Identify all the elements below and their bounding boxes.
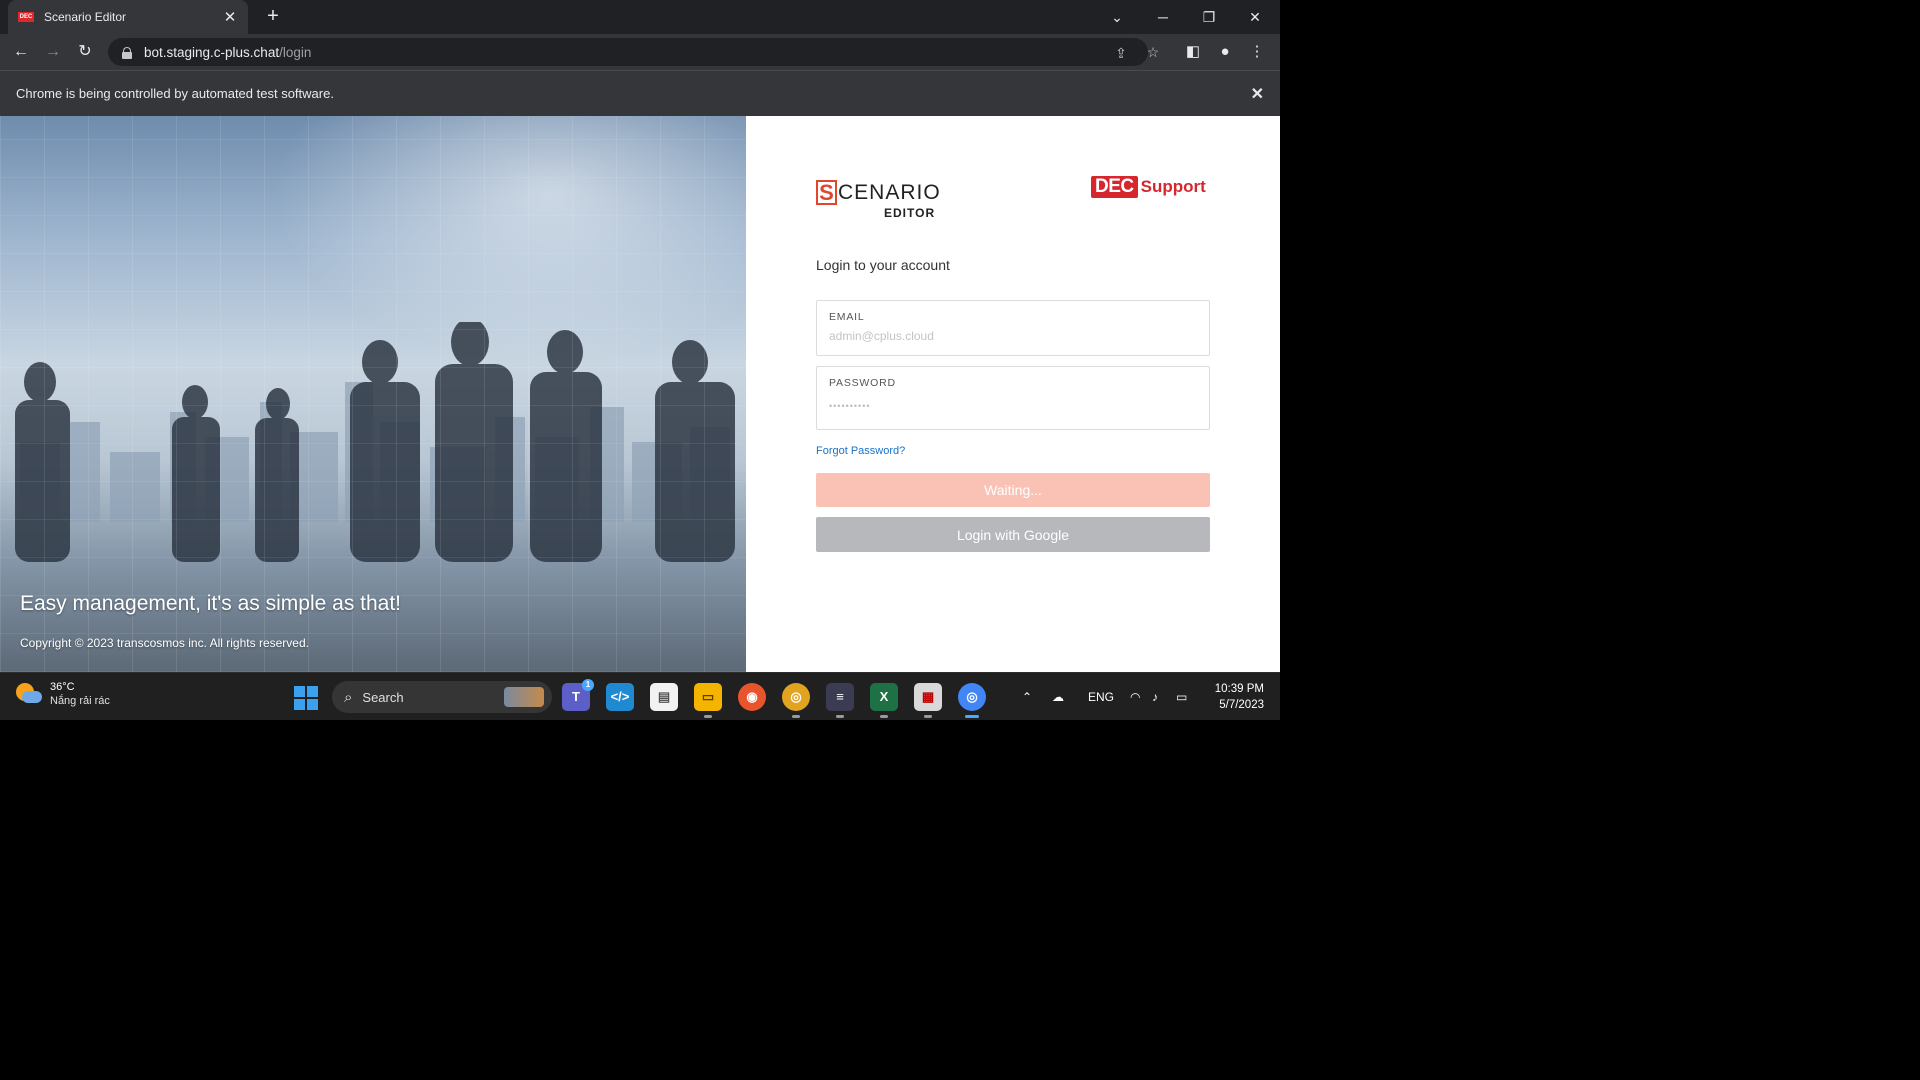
password-field[interactable]: PASSWORD •••••••••• [816, 366, 1210, 430]
chrome-canary-icon[interactable]: ◎ [782, 683, 810, 718]
tab-strip: DEC Scenario Editor ✕ + ⌄ ─ ❐ ✕ [0, 0, 1280, 34]
hero-tagline: Easy management, it's as simple as that! [20, 592, 402, 615]
firefox-icon[interactable]: ◉ [738, 683, 766, 711]
address-bar[interactable]: bot.staging.c-plus.chat/login ⇪ ☆ [108, 38, 1159, 66]
vscode-icon[interactable]: </> [606, 683, 634, 711]
logo-letter-s: S [816, 180, 837, 205]
calendar-icon[interactable]: ▦ [914, 683, 942, 718]
new-tab-icon[interactable]: + [260, 4, 286, 30]
tab-close-icon[interactable]: ✕ [222, 8, 238, 26]
email-label: EMAIL [829, 311, 865, 323]
tab-favicon: DEC [18, 12, 34, 22]
infobar-close-icon[interactable]: ✕ [1251, 84, 1264, 104]
login-panel: S CENARIO EDITOR DEC Support Login to yo… [746, 116, 1280, 672]
restore-icon[interactable]: ❐ [1194, 4, 1224, 30]
password-input[interactable]: •••••••••• [829, 401, 1189, 411]
hero-image: Easy management, it's as simple as that!… [0, 116, 746, 672]
tab-search-icon[interactable]: ⌄ [1102, 4, 1132, 30]
forgot-password-link[interactable]: Forgot Password? [816, 445, 905, 457]
onedrive-icon[interactable]: ☁ [1052, 673, 1064, 720]
close-window-icon[interactable]: ✕ [1240, 4, 1270, 30]
login-page: Easy management, it's as simple as that!… [0, 116, 1280, 672]
search-icon: ⌕ [344, 688, 353, 706]
terminal-icon[interactable]: ≡ [826, 683, 854, 718]
chrome-icon[interactable]: ◎ [958, 683, 986, 718]
show-hidden-icons-icon[interactable]: ⌃ [1022, 673, 1032, 720]
scenario-editor-logo: S CENARIO EDITOR [816, 178, 941, 222]
search-highlight-image [504, 687, 544, 707]
windows-start-icon[interactable] [294, 686, 318, 710]
email-field[interactable]: EMAIL [816, 300, 1210, 356]
browser-toolbar: ← → ↻ bot.staging.c-plus.chat/login ⇪ ☆ … [0, 34, 1280, 70]
clock-date: 5/7/2023 [1219, 699, 1264, 711]
tab-scenario-editor[interactable]: DEC Scenario Editor ✕ [8, 0, 248, 34]
partly-sunny-icon [16, 681, 42, 707]
dec-logo-box: DEC [1091, 176, 1138, 198]
share-icon[interactable]: ⇪ [1112, 44, 1130, 62]
copyright-text: Copyright © 2023 transcosmos inc. All ri… [20, 636, 309, 650]
file-explorer-icon[interactable]: ▭ [694, 683, 722, 718]
menu-icon[interactable]: ⋮ [1244, 39, 1270, 65]
profile-icon[interactable]: ● [1212, 39, 1238, 65]
weather-description: Nắng rải rác [50, 695, 110, 707]
login-with-google-button[interactable]: Login with Google [816, 517, 1210, 552]
taskbar: 36°C Nắng rải rác ⌕ Search T1 </> ▤ ▭ ◉ … [0, 672, 1280, 720]
logo-word: CENARIO [838, 181, 941, 204]
battery-icon[interactable]: ▭ [1176, 673, 1187, 720]
weather-widget[interactable]: 36°C Nắng rải rác [16, 681, 110, 707]
back-icon[interactable]: ← [8, 39, 34, 65]
notepad-icon[interactable]: ▤ [650, 683, 678, 711]
language-indicator[interactable]: ENG [1088, 673, 1114, 720]
forward-icon[interactable]: → [40, 39, 66, 65]
search-label: Search [362, 689, 404, 705]
minimize-icon[interactable]: ─ [1148, 4, 1178, 30]
weather-temperature: 36°C [50, 681, 75, 693]
url-path: /login [279, 44, 312, 60]
login-submit-button[interactable]: Waiting... [816, 473, 1210, 507]
dec-logo-support-text: Support [1140, 177, 1206, 196]
volume-icon[interactable]: ♪ [1152, 673, 1158, 720]
tab-title: Scenario Editor [44, 10, 127, 24]
password-label: PASSWORD [829, 377, 896, 389]
login-heading: Login to your account [816, 257, 950, 273]
clock-time: 10:39 PM [1214, 683, 1264, 695]
logo-subword: EDITOR [884, 206, 936, 220]
email-input[interactable] [829, 329, 1189, 343]
taskbar-search[interactable]: ⌕ Search [332, 681, 552, 713]
lock-icon[interactable] [122, 46, 132, 59]
teams-icon[interactable]: T1 [562, 679, 594, 711]
infobar-text: Chrome is being controlled by automated … [16, 86, 334, 101]
side-panel-icon[interactable]: ◧ [1180, 39, 1206, 65]
hero-glass-overlay [0, 116, 746, 672]
url-host: bot.staging.c-plus.chat [144, 44, 280, 60]
reload-icon[interactable]: ↻ [72, 39, 98, 65]
bookmark-star-icon[interactable]: ☆ [1144, 43, 1162, 61]
teams-badge: 1 [582, 679, 594, 691]
dec-support-logo: DEC Support [1091, 176, 1206, 198]
system-clock[interactable]: 10:39 PM 5/7/2023 [1200, 681, 1264, 713]
wifi-icon[interactable]: ◠ [1130, 673, 1140, 720]
screen: DEC Scenario Editor ✕ + ⌄ ─ ❐ ✕ ← → ↻ bo… [0, 0, 1280, 720]
automation-infobar: Chrome is being controlled by automated … [0, 70, 1280, 116]
excel-icon[interactable]: X [870, 683, 898, 718]
